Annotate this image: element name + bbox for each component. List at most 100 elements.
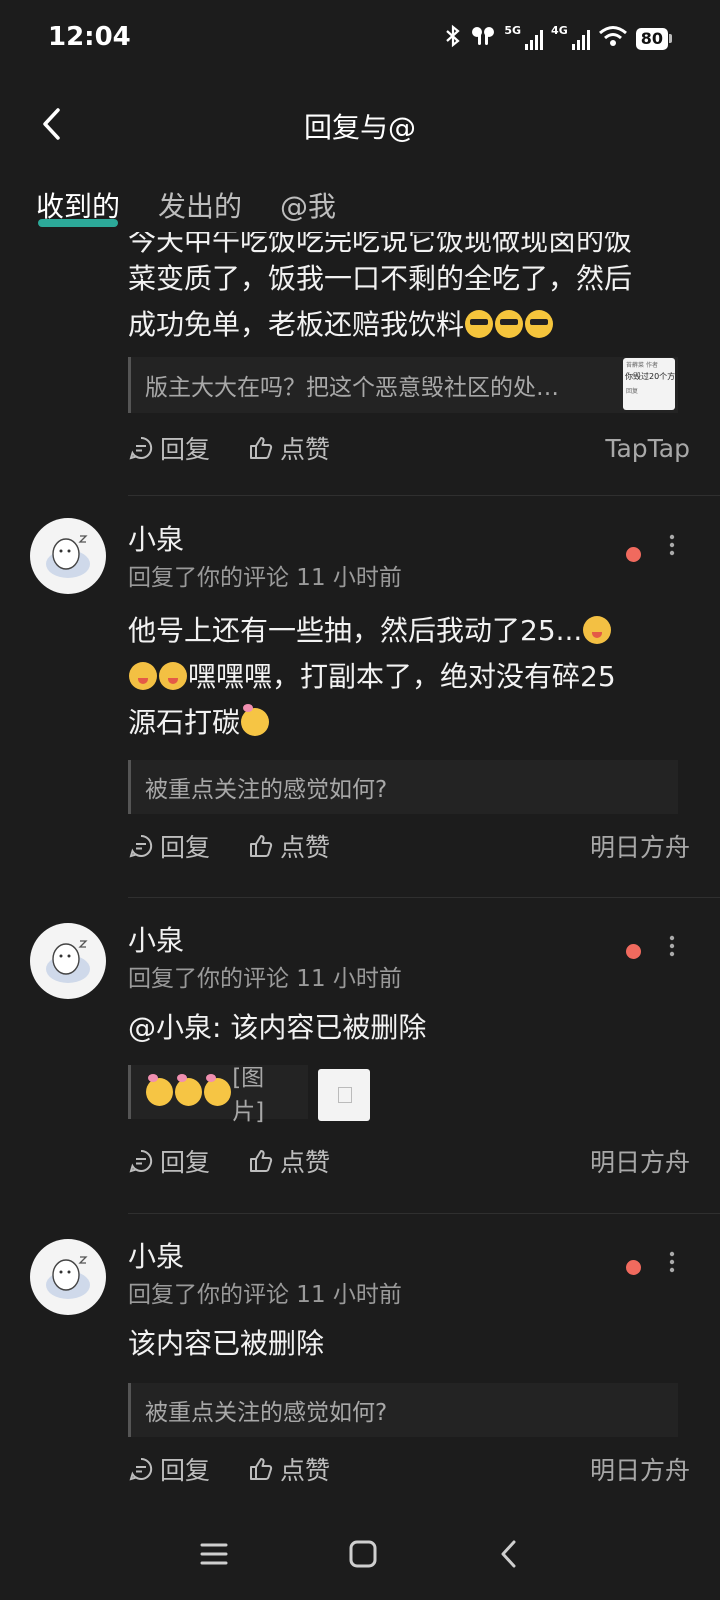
reply-list[interactable]: 今天中午吃饭吃完吃说它饭现做现卤的饭 菜变质了，饭我一口不剩的全吃了，然后 成功… (0, 232, 720, 1507)
avatar[interactable] (30, 923, 106, 999)
tab-received[interactable]: 收到的 (36, 185, 120, 227)
menu-lines-icon (200, 1543, 228, 1565)
divider (128, 495, 720, 496)
quoted-comment[interactable]: 被重点关注的感觉如何? (128, 1383, 678, 1437)
list-item: 今天中午吃饭吃完吃说它饭现做现卤的饭 菜变质了，饭我一口不剩的全吃了，然后 成功… (0, 232, 720, 497)
quoted-comment[interactable]: 版主大大在吗？把这个恶意毁社区的处… (128, 357, 678, 413)
source-label[interactable]: 明日方舟 (590, 828, 690, 864)
top-app-bar: 回复与@ (0, 90, 720, 160)
reply-button[interactable]: 回复 (128, 828, 210, 864)
like-button[interactable]: 点赞 (248, 430, 330, 466)
source-label[interactable]: 明日方舟 (590, 1143, 690, 1179)
cool-emoji-icon (465, 310, 494, 338)
reply-icon (129, 436, 153, 460)
more-options-button[interactable] (660, 1251, 684, 1273)
quote-text: 版主大大在吗？把这个恶意毁社区的处… (145, 375, 559, 401)
more-options-button[interactable] (660, 534, 684, 556)
page-title: 回复与@ (303, 111, 416, 144)
more-vertical-icon (669, 1251, 675, 1273)
hot-face-emoji-icon (583, 616, 612, 644)
status-bar: 12:04 5G 4G 80 (0, 0, 720, 80)
signal-icon-2 (571, 28, 590, 50)
like-button[interactable]: 点赞 (248, 1143, 330, 1179)
reply-meta: 回复了你的评论 11 小时前 (128, 966, 402, 992)
comment-actions: 回复 点赞 TapTap (128, 430, 690, 466)
signal-icon (525, 28, 544, 50)
reply-meta: 回复了你的评论 11 小时前 (128, 1282, 402, 1308)
clock: 12:04 (48, 22, 131, 52)
quote-thumbnail[interactable]: 苔蘚菜 作者 你毁过20个方 回复 (623, 358, 675, 410)
tab-bar: 收到的 发出的 @我 (36, 185, 336, 227)
quoted-comment[interactable]: [图片] (128, 1065, 308, 1125)
status-icons: 5G 4G 80 (444, 24, 672, 53)
thumbs-up-icon (250, 835, 273, 857)
reply-icon (129, 1457, 153, 1481)
list-item: 小泉 回复了你的评论 11 小时前 @小泉: 该内容已被删除 [图片] 回复 点… (0, 899, 720, 1214)
blush-emoji-icon (175, 1074, 203, 1106)
reply-icon (129, 1149, 153, 1173)
wifi-icon (598, 25, 628, 52)
bluetooth-icon (444, 24, 462, 53)
quoted-comment[interactable]: 被重点关注的感觉如何? (128, 760, 678, 814)
thumbs-up-icon (250, 1458, 273, 1480)
comment-actions: 回复 点赞 明日方舟 (128, 828, 690, 864)
hot-face-emoji-icon (129, 662, 157, 690)
unread-dot (626, 547, 641, 562)
list-item: 小泉 回复了你的评论 11 小时前 他号上还有一些抽，然后我动了25... 嘿嘿… (0, 498, 720, 898)
reply-button[interactable]: 回复 (128, 1143, 210, 1179)
cool-emoji-icon (495, 310, 524, 338)
comment-text-line: 菜变质了，饭我一口不剩的全吃了，然后 (128, 262, 633, 295)
blush-emoji-icon (146, 1074, 174, 1106)
system-back-button[interactable] (497, 1539, 521, 1573)
thumbs-up-icon (250, 437, 273, 459)
more-vertical-icon (669, 534, 675, 556)
source-label[interactable]: TapTap (605, 434, 690, 463)
unread-dot (626, 1260, 641, 1275)
cool-emoji-icon (525, 310, 554, 338)
unread-dot (626, 944, 641, 959)
home-button[interactable] (348, 1539, 378, 1573)
home-square-icon (349, 1540, 377, 1568)
quote-text: [图片] (232, 1065, 265, 1125)
more-vertical-icon (669, 935, 675, 957)
comment-text-line: 源石打碳 (128, 700, 688, 746)
reply-icon (129, 834, 153, 858)
network-4g-label: 4G (551, 24, 568, 37)
blush-emoji-icon (241, 704, 270, 736)
comment-actions: 回复 点赞 明日方舟 (128, 1451, 690, 1487)
battery-level: 80 (635, 27, 668, 50)
blush-emoji-icon (204, 1074, 232, 1106)
like-button[interactable]: 点赞 (248, 1451, 330, 1487)
network-5g-label: 5G (504, 24, 522, 37)
comment-actions: 回复 点赞 明日方舟 (128, 1143, 690, 1179)
tab-sent[interactable]: 发出的 (158, 185, 242, 225)
user-name[interactable]: 小泉 (128, 919, 184, 959)
comment-text-line: 嘿嘿嘿，打副本了，绝对没有碎25 (128, 654, 688, 700)
quote-text: 被重点关注的感觉如何? (145, 1400, 388, 1426)
reply-meta: 回复了你的评论 11 小时前 (128, 565, 402, 591)
source-label[interactable]: 明日方舟 (590, 1451, 690, 1487)
reply-button[interactable]: 回复 (128, 1451, 210, 1487)
user-name[interactable]: 小泉 (128, 518, 184, 558)
battery-icon: 80 (635, 27, 672, 50)
comment-text-line: 他号上还有一些抽，然后我动了25... (128, 608, 688, 654)
like-button[interactable]: 点赞 (248, 828, 330, 864)
thumbs-up-icon (250, 1150, 273, 1172)
quote-text: 被重点关注的感觉如何? (145, 777, 388, 803)
avatar[interactable] (30, 1239, 106, 1315)
user-name[interactable]: 小泉 (128, 1235, 184, 1275)
quote-thumbnail[interactable] (318, 1069, 370, 1121)
system-navigation-bar (0, 1512, 720, 1600)
recent-apps-button[interactable] (199, 1541, 229, 1571)
earbuds-icon (470, 25, 496, 52)
more-options-button[interactable] (660, 935, 684, 957)
list-item: 小泉 回复了你的评论 11 小时前 该内容已被删除 被重点关注的感觉如何? 回复… (0, 1215, 720, 1507)
divider (128, 1213, 720, 1214)
comment-text-line: 成功免单，老板还赔我饮料 (128, 302, 688, 348)
hot-face-emoji-icon (159, 662, 187, 690)
comment-text: @小泉: 该内容已被删除 (128, 1011, 427, 1044)
tab-mentions[interactable]: @我 (280, 185, 336, 225)
avatar[interactable] (30, 518, 106, 594)
reply-button[interactable]: 回复 (128, 430, 210, 466)
comment-text: 该内容已被删除 (128, 1327, 325, 1360)
